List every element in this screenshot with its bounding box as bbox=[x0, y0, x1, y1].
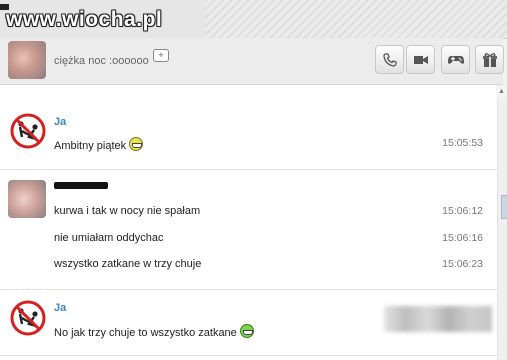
scroll-up-arrow-icon[interactable]: ▲ bbox=[496, 85, 507, 99]
blurred-timestamp bbox=[384, 306, 492, 332]
message-text-content: No jak trzy chuje to wszystko zatkane bbox=[54, 327, 237, 339]
phone-icon bbox=[382, 52, 397, 67]
message-time: 15:06:12 bbox=[442, 205, 483, 217]
watermark: www.wiocha.pl bbox=[6, 8, 163, 31]
chat-header: ciężka noc :oooooo + bbox=[0, 38, 504, 85]
message-text: wszystko zatkane w trzy chuje bbox=[54, 258, 202, 270]
video-camera-icon bbox=[413, 55, 428, 64]
top-bar: www.wiocha.pl bbox=[0, 0, 507, 39]
gift-icon bbox=[482, 52, 497, 67]
status-comment-icon[interactable]: + bbox=[153, 49, 169, 62]
game-button[interactable] bbox=[441, 45, 470, 74]
message-time: 15:06:16 bbox=[442, 232, 483, 244]
message-separator bbox=[0, 355, 497, 356]
contact-message-avatar[interactable] bbox=[8, 180, 46, 218]
video-button[interactable] bbox=[406, 45, 435, 74]
message-time: 15:05:53 bbox=[442, 137, 483, 149]
message-sender: Ja bbox=[54, 116, 67, 128]
message-separator bbox=[0, 289, 497, 290]
gamepad-icon bbox=[447, 55, 464, 64]
phone-button[interactable] bbox=[375, 45, 404, 74]
contact-status: ciężka noc :oooooo bbox=[54, 55, 149, 67]
message-sender: Ja bbox=[54, 302, 67, 314]
top-bar-pattern bbox=[205, 0, 507, 38]
message-text: No jak trzy chuje to wszystko zatkane bbox=[54, 324, 254, 339]
message-text: Ambitny piątek bbox=[54, 137, 144, 152]
redacted-sender-name bbox=[54, 182, 108, 189]
scrollbar-thumb[interactable] bbox=[501, 195, 507, 219]
message-text: nie umiałam oddychac bbox=[54, 232, 164, 244]
message-text: kurwa i tak w nocy nie spałam bbox=[54, 205, 201, 217]
scrollbar-track[interactable] bbox=[497, 99, 507, 360]
contact-avatar[interactable] bbox=[8, 41, 46, 79]
grin-emoji-icon bbox=[239, 324, 254, 338]
message-text-content: Ambitny piątek bbox=[54, 140, 127, 152]
gift-button[interactable] bbox=[475, 45, 504, 74]
no-sex-sign-avatar-icon bbox=[10, 113, 46, 149]
message-time: 15:06:23 bbox=[442, 258, 483, 270]
message-separator bbox=[0, 169, 497, 170]
no-sex-sign-avatar-icon bbox=[10, 300, 46, 336]
grin-emoji-icon bbox=[129, 137, 144, 151]
